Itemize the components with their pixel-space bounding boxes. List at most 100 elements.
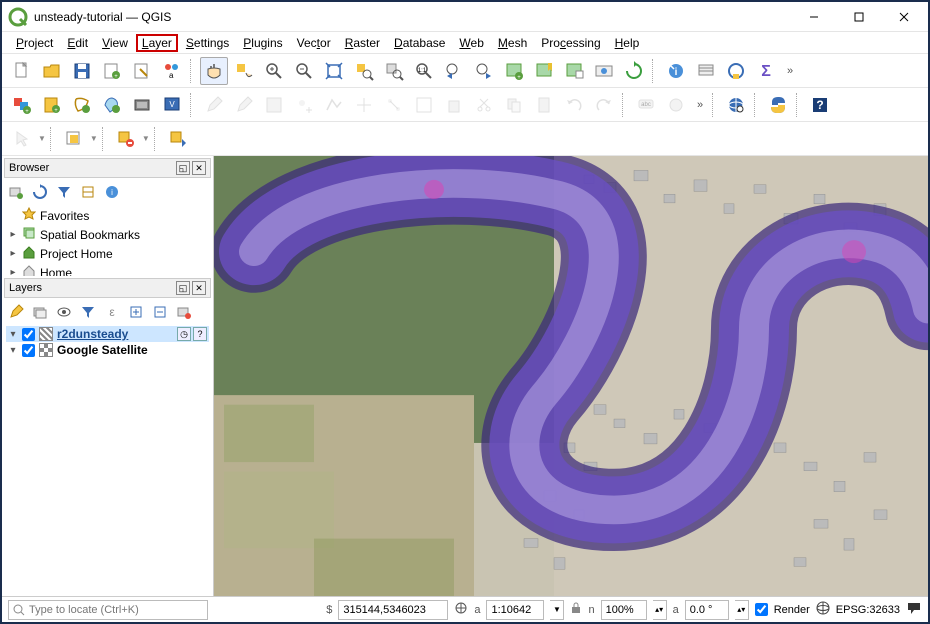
layer-styling-icon[interactable] — [6, 302, 26, 322]
browser-item-home[interactable]: ▸Home — [6, 263, 209, 276]
zoom-next-button[interactable] — [470, 57, 498, 85]
menu-vector[interactable]: Vector — [291, 34, 337, 52]
lock-icon[interactable] — [570, 602, 582, 617]
browser-tree[interactable]: Favorites▸Spatial Bookmarks▸Project Home… — [2, 204, 213, 276]
crs-label[interactable]: EPSG:32633 — [836, 604, 900, 616]
toolbar-overflow[interactable]: » — [782, 57, 798, 85]
zoom-last-button[interactable] — [440, 57, 468, 85]
browser-panel-header[interactable]: Browser ◱ ✕ — [4, 158, 211, 178]
new-spatialite-button[interactable] — [98, 91, 126, 119]
menu-project[interactable]: Project — [10, 34, 59, 52]
zoom-to-selection-button[interactable] — [350, 57, 378, 85]
layers-undock-button[interactable]: ◱ — [176, 281, 190, 295]
scale-dropdown[interactable]: ▼ — [550, 600, 564, 620]
scale-field[interactable]: 1:10642 — [486, 600, 544, 620]
style-manager-button[interactable]: a — [158, 57, 186, 85]
menu-layer[interactable]: Layer — [136, 34, 178, 52]
browser-close-button[interactable]: ✕ — [192, 161, 206, 175]
manage-visibility-icon[interactable] — [54, 302, 74, 322]
map-canvas[interactable] — [214, 156, 928, 596]
expression-filter-icon[interactable]: ε — [102, 302, 122, 322]
pan-to-selection-button[interactable] — [230, 57, 258, 85]
metasearch-button[interactable] — [722, 91, 750, 119]
new-spatial-bookmark-button[interactable] — [530, 57, 558, 85]
data-source-manager-button[interactable]: + — [8, 91, 36, 119]
minimize-button[interactable] — [791, 3, 836, 31]
sum-button[interactable]: Σ — [752, 57, 780, 85]
refresh-button[interactable] — [620, 57, 648, 85]
open-project-button[interactable] — [38, 57, 66, 85]
new-print-layout-button[interactable]: + — [98, 57, 126, 85]
zoom-to-layer-button[interactable] — [380, 57, 408, 85]
magnifier-field[interactable]: 100% — [601, 600, 647, 620]
menu-web[interactable]: Web — [453, 34, 489, 52]
zoom-in-button[interactable] — [260, 57, 288, 85]
select-by-location-button[interactable] — [164, 125, 192, 153]
help-contents-button[interactable]: ? — [806, 91, 834, 119]
layers-tree[interactable]: ▾r2dunsteady◷?▾Google Satellite — [2, 324, 213, 360]
maximize-button[interactable] — [836, 3, 881, 31]
rotation-field[interactable]: 0.0 ° — [685, 600, 729, 620]
identify-button[interactable]: i — [662, 57, 690, 85]
layers-close-button[interactable]: ✕ — [192, 281, 206, 295]
bookmarks-panel-button[interactable] — [560, 57, 588, 85]
pan-button[interactable] — [200, 57, 228, 85]
menu-plugins[interactable]: Plugins — [237, 34, 288, 52]
refresh-icon[interactable] — [30, 182, 50, 202]
layer-visibility-checkbox[interactable] — [22, 328, 35, 341]
zoom-out-button[interactable] — [290, 57, 318, 85]
clock-icon[interactable]: ◷ — [177, 327, 191, 341]
toolbar-overflow[interactable]: » — [692, 91, 708, 119]
menu-database[interactable]: Database — [388, 34, 451, 52]
menu-raster[interactable]: Raster — [339, 34, 386, 52]
layer-google-satellite[interactable]: ▾Google Satellite — [6, 342, 209, 358]
rotation-spinner[interactable]: ▴▾ — [735, 600, 749, 620]
remove-layer-icon[interactable] — [174, 302, 194, 322]
browser-item-spatial-bookmarks[interactable]: ▸Spatial Bookmarks — [6, 225, 209, 244]
statistics-button[interactable] — [722, 57, 750, 85]
menu-view[interactable]: View — [96, 34, 134, 52]
zoom-full-button[interactable] — [320, 57, 348, 85]
deselect-button[interactable] — [60, 125, 88, 153]
menu-settings[interactable]: Settings — [180, 34, 235, 52]
collapse-all-icon[interactable] — [150, 302, 170, 322]
new-project-button[interactable] — [8, 57, 36, 85]
temporal-controller-button[interactable] — [590, 57, 618, 85]
layer-r2dunsteady[interactable]: ▾r2dunsteady◷? — [6, 326, 209, 342]
python-console-button[interactable] — [764, 91, 792, 119]
collapse-icon[interactable] — [78, 182, 98, 202]
browser-item-favorites[interactable]: Favorites — [6, 206, 209, 225]
menu-processing[interactable]: Processing — [535, 34, 606, 52]
crs-icon[interactable] — [816, 601, 830, 618]
filter-icon[interactable] — [54, 182, 74, 202]
new-shapefile-button[interactable] — [68, 91, 96, 119]
layout-manager-button[interactable] — [128, 57, 156, 85]
browser-undock-button[interactable]: ◱ — [176, 161, 190, 175]
coordinate-field[interactable]: 315144,5346023 — [338, 600, 448, 620]
magnifier-spinner[interactable]: ▴▾ — [653, 600, 667, 620]
filter-legend-icon[interactable] — [78, 302, 98, 322]
menu-help[interactable]: Help — [609, 34, 646, 52]
add-group-icon[interactable] — [30, 302, 50, 322]
new-virtual-button[interactable]: V — [158, 91, 186, 119]
properties-icon[interactable]: i — [102, 182, 122, 202]
locator-input[interactable]: Type to locate (Ctrl+K) — [8, 600, 208, 620]
select-by-form-button[interactable] — [112, 125, 140, 153]
messages-icon[interactable] — [906, 601, 922, 618]
close-button[interactable] — [881, 3, 926, 31]
menu-mesh[interactable]: Mesh — [492, 34, 533, 52]
render-checkbox[interactable] — [755, 603, 768, 616]
save-project-button[interactable] — [68, 57, 96, 85]
action-button[interactable] — [692, 57, 720, 85]
expand-all-icon[interactable] — [126, 302, 146, 322]
new-geopackage-button[interactable]: + — [38, 91, 66, 119]
zoom-native-button[interactable]: 1:1 — [410, 57, 438, 85]
menu-edit[interactable]: Edit — [61, 34, 94, 52]
new-memory-button[interactable] — [128, 91, 156, 119]
browser-item-project-home[interactable]: ▸Project Home — [6, 244, 209, 263]
coord-toggle-icon[interactable] — [454, 601, 468, 618]
add-layer-icon[interactable] — [6, 182, 26, 202]
new-map-view-button[interactable]: + — [500, 57, 528, 85]
layers-panel-header[interactable]: Layers ◱ ✕ — [4, 278, 211, 298]
help-icon[interactable]: ? — [193, 327, 207, 341]
